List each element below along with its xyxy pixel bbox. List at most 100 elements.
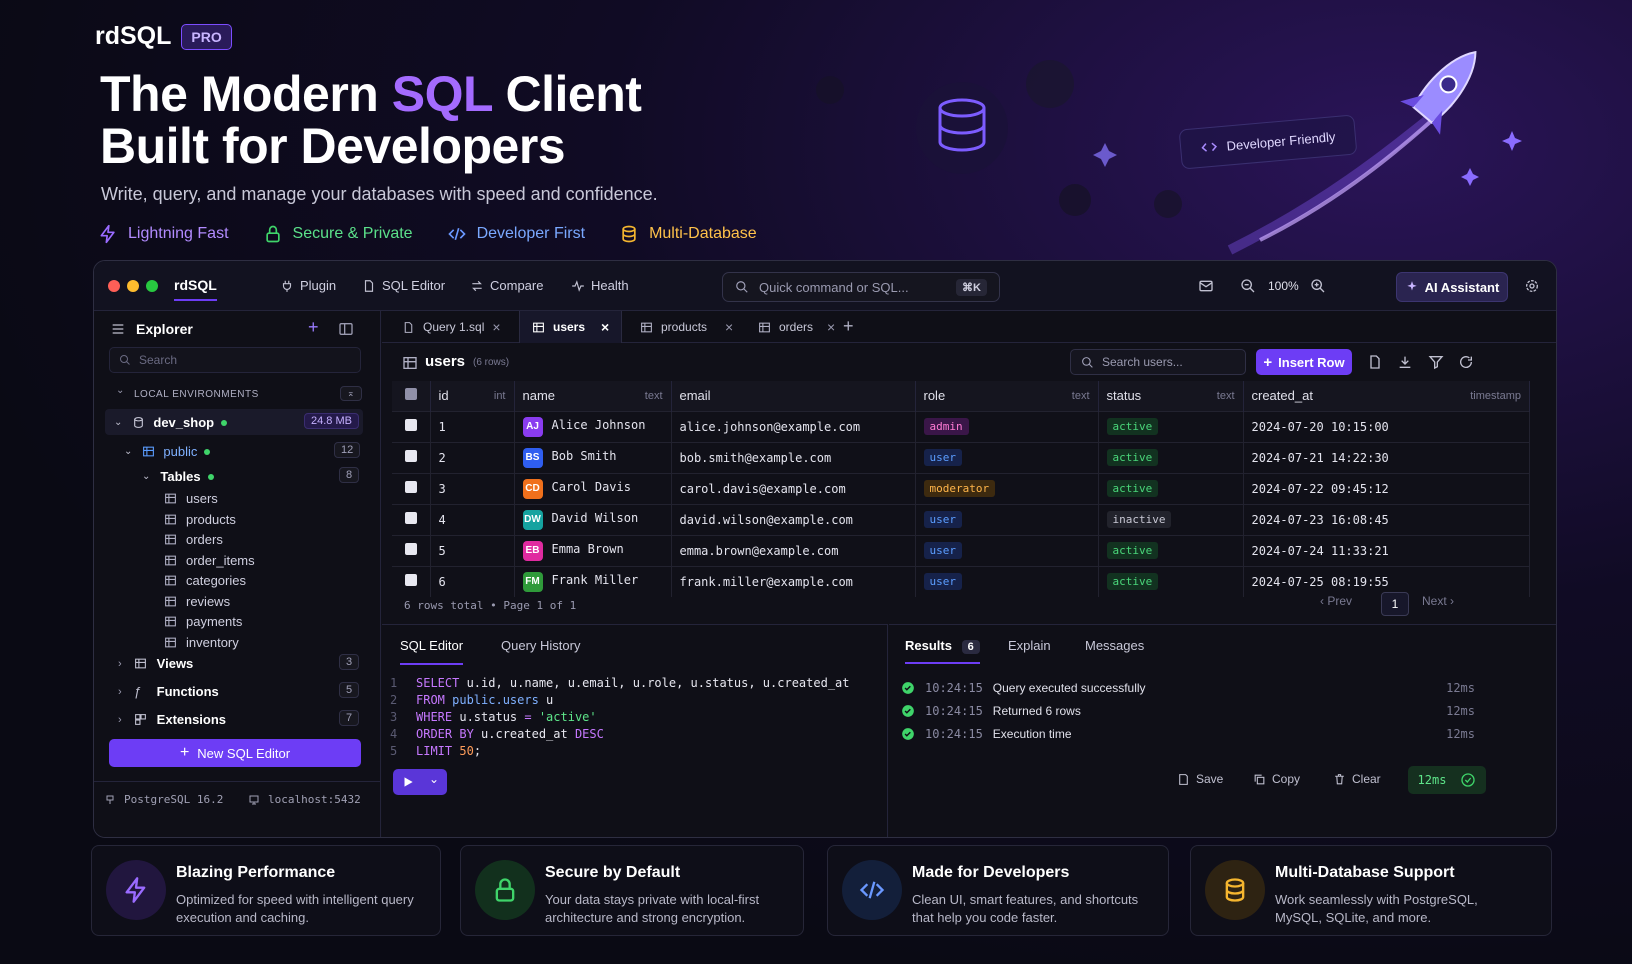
cell-name[interactable]: FM Frank Miller: [514, 565, 672, 597]
tables-group[interactable]: ⌄ Tables: [142, 469, 214, 484]
tab-users[interactable]: users ×: [519, 311, 623, 343]
table-row[interactable]: 4 DW David Wilson david.wilson@example.com u…: [392, 503, 1530, 535]
close-dot[interactable]: [108, 280, 120, 292]
sidebar-table-reviews[interactable]: reviews: [164, 594, 230, 609]
sidebar-table-payments[interactable]: payments: [164, 614, 242, 629]
checkbox[interactable]: [404, 512, 417, 524]
cell-id[interactable]: 5: [430, 534, 515, 566]
close-icon[interactable]: ×: [601, 319, 609, 335]
tab-sql-editor[interactable]: SQL Editor: [400, 638, 464, 665]
table-row[interactable]: 6 FM Frank Miller frank.miller@example.com u…: [392, 565, 1530, 597]
table-row[interactable]: 3 CD Carol Davis carol.davis@example.com mod…: [392, 472, 1530, 504]
copy-button[interactable]: Copy: [1253, 772, 1300, 786]
row-select[interactable]: [392, 410, 431, 442]
col-name[interactable]: name text: [514, 381, 672, 411]
schema-public[interactable]: ⌄ public: [124, 444, 211, 459]
cell-created-at[interactable]: 2024-07-21 14:22:30: [1243, 441, 1530, 473]
table-row[interactable]: 5 EB Emma Brown emma.brown@example.com user a…: [392, 534, 1530, 566]
tab-query-1[interactable]: Query 1.sql ×: [390, 311, 513, 343]
new-tab-icon[interactable]: +: [843, 316, 854, 337]
sidebar-table-orders[interactable]: orders: [164, 532, 223, 547]
grid-search-input[interactable]: Search users...: [1070, 349, 1246, 375]
cell-email[interactable]: frank.miller@example.com: [671, 565, 916, 597]
chevron-down-icon[interactable]: ⌄: [429, 772, 439, 786]
cell-id[interactable]: 3: [430, 472, 515, 504]
checkbox[interactable]: [404, 574, 417, 587]
tab-explain[interactable]: Explain: [1008, 638, 1051, 653]
sidebar-table-order-items[interactable]: order_items: [164, 553, 255, 568]
nav-plugin[interactable]: Plugin: [280, 278, 336, 293]
checkbox[interactable]: [404, 388, 417, 401]
command-search[interactable]: Quick command or SQL... ⌘K: [722, 272, 1000, 302]
sidebar-table-categories[interactable]: categories: [164, 573, 246, 588]
cell-created-at[interactable]: 2024-07-22 09:45:12: [1243, 472, 1530, 504]
tab-query-history[interactable]: Query History: [501, 638, 580, 653]
gear-icon[interactable]: [1524, 278, 1540, 294]
tab-orders[interactable]: orders ×: [746, 311, 847, 343]
col-email[interactable]: email: [671, 381, 916, 411]
row-select[interactable]: [392, 565, 431, 597]
cell-status[interactable]: active: [1098, 534, 1244, 566]
cell-status[interactable]: inactive: [1098, 503, 1244, 535]
row-select[interactable]: [392, 441, 431, 473]
cell-id[interactable]: 2: [430, 441, 515, 473]
cell-status[interactable]: active: [1098, 441, 1244, 473]
zoom-out-icon[interactable]: [1240, 278, 1256, 294]
cell-email[interactable]: david.wilson@example.com: [671, 503, 916, 535]
zoom-in-icon[interactable]: [1310, 278, 1326, 294]
add-connection-icon[interactable]: +: [308, 317, 319, 338]
group-extensions[interactable]: › Extensions: [118, 712, 226, 727]
new-sql-editor-button[interactable]: + New SQL Editor: [109, 739, 361, 767]
refresh-icon[interactable]: [1458, 354, 1474, 370]
sidebar-search[interactable]: Search: [109, 347, 361, 373]
next-button[interactable]: Next ›: [1422, 594, 1454, 608]
group-views[interactable]: › Views: [118, 656, 193, 671]
sidebar-table-users[interactable]: users: [164, 491, 218, 506]
checkbox[interactable]: [404, 481, 417, 493]
collapse-icon[interactable]: ⌅: [340, 386, 362, 401]
group-functions[interactable]: › ƒ Functions: [118, 684, 219, 699]
col-status[interactable]: status text: [1098, 381, 1244, 411]
cell-role[interactable]: admin: [915, 410, 1099, 442]
tab-results[interactable]: Results 6: [905, 638, 980, 664]
close-icon[interactable]: ×: [725, 319, 733, 335]
nav-compare[interactable]: Compare: [470, 278, 543, 293]
table-row[interactable]: 2 BS Bob Smith bob.smith@example.com user act…: [392, 441, 1530, 473]
nav-health[interactable]: Health: [571, 278, 629, 293]
cell-name[interactable]: AJ Alice Johnson: [514, 410, 672, 442]
cell-email[interactable]: bob.smith@example.com: [671, 441, 916, 473]
cell-role[interactable]: user: [915, 441, 1099, 473]
db-dev-shop[interactable]: ⌄ dev_shop: [114, 415, 228, 430]
cell-email[interactable]: emma.brown@example.com: [671, 534, 916, 566]
select-all-checkbox[interactable]: [392, 381, 431, 411]
cell-id[interactable]: 6: [430, 565, 515, 597]
col-role[interactable]: role text: [915, 381, 1099, 411]
cell-created-at[interactable]: 2024-07-20 10:15:00: [1243, 410, 1530, 442]
row-select[interactable]: [392, 472, 431, 504]
checkbox[interactable]: [404, 419, 417, 431]
panel-icon[interactable]: [338, 321, 354, 337]
table-row[interactable]: 1 AJ Alice Johnson alice.johnson@example.co…: [392, 410, 1530, 442]
cell-name[interactable]: BS Bob Smith: [514, 441, 672, 473]
checkbox[interactable]: [404, 450, 417, 462]
minimize-dot[interactable]: [127, 280, 139, 292]
sidebar-table-products[interactable]: products: [164, 512, 236, 527]
cell-email[interactable]: alice.johnson@example.com: [671, 410, 916, 442]
row-select[interactable]: [392, 503, 431, 535]
chevron-down-icon[interactable]: ⌄: [116, 385, 124, 396]
tab-products[interactable]: products ×: [628, 311, 745, 343]
ai-assistant-button[interactable]: AI Assistant: [1396, 272, 1508, 302]
cell-id[interactable]: 4: [430, 503, 515, 535]
cell-name[interactable]: DW David Wilson: [514, 503, 672, 535]
col-id[interactable]: id int: [430, 381, 515, 411]
sidebar-table-inventory[interactable]: inventory: [164, 635, 239, 650]
nav-sql-editor[interactable]: SQL Editor: [362, 278, 445, 293]
save-button[interactable]: Save: [1177, 772, 1223, 786]
export-file-icon[interactable]: [1367, 354, 1383, 370]
cell-status[interactable]: active: [1098, 472, 1244, 504]
cell-status[interactable]: active: [1098, 410, 1244, 442]
page-1-button[interactable]: 1: [1381, 592, 1409, 616]
col-created-at[interactable]: created_at timestamp: [1243, 381, 1530, 411]
cell-status[interactable]: active: [1098, 565, 1244, 597]
tab-messages[interactable]: Messages: [1085, 638, 1144, 653]
